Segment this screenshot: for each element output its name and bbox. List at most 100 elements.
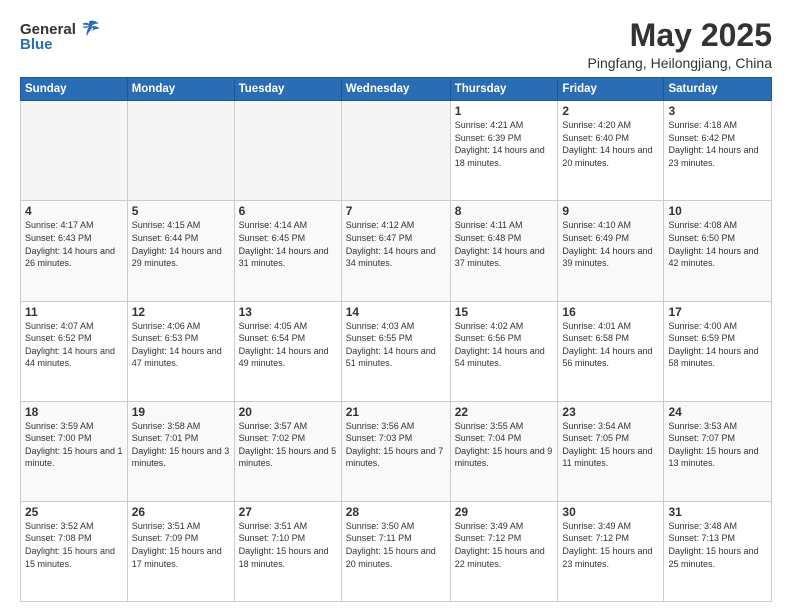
day-number: 4 (25, 204, 123, 218)
calendar-week-row: 4Sunrise: 4:17 AMSunset: 6:43 PMDaylight… (21, 201, 772, 301)
day-info: Sunrise: 4:11 AMSunset: 6:48 PMDaylight:… (455, 219, 554, 269)
day-number: 24 (668, 405, 767, 419)
day-number: 12 (132, 305, 230, 319)
day-number: 15 (455, 305, 554, 319)
day-number: 7 (346, 204, 446, 218)
day-number: 30 (562, 505, 659, 519)
calendar-day-cell: 17Sunrise: 4:00 AMSunset: 6:59 PMDayligh… (664, 301, 772, 401)
day-number: 1 (455, 104, 554, 118)
calendar-week-row: 11Sunrise: 4:07 AMSunset: 6:52 PMDayligh… (21, 301, 772, 401)
day-info: Sunrise: 4:18 AMSunset: 6:42 PMDaylight:… (668, 119, 767, 169)
day-info: Sunrise: 4:01 AMSunset: 6:58 PMDaylight:… (562, 320, 659, 370)
day-number: 9 (562, 204, 659, 218)
calendar-day-cell: 24Sunrise: 3:53 AMSunset: 7:07 PMDayligh… (664, 401, 772, 501)
calendar-day-cell (127, 101, 234, 201)
calendar-day-cell (234, 101, 341, 201)
page-header: General Blue May 2025 Pingfang, Heilongj… (20, 18, 772, 71)
day-number: 10 (668, 204, 767, 218)
day-info: Sunrise: 3:53 AMSunset: 7:07 PMDaylight:… (668, 420, 767, 470)
weekday-header: Thursday (450, 78, 558, 101)
calendar-day-cell: 13Sunrise: 4:05 AMSunset: 6:54 PMDayligh… (234, 301, 341, 401)
day-number: 14 (346, 305, 446, 319)
calendar-week-row: 1Sunrise: 4:21 AMSunset: 6:39 PMDaylight… (21, 101, 772, 201)
calendar-day-cell: 23Sunrise: 3:54 AMSunset: 7:05 PMDayligh… (558, 401, 664, 501)
day-info: Sunrise: 3:58 AMSunset: 7:01 PMDaylight:… (132, 420, 230, 470)
weekday-header: Sunday (21, 78, 128, 101)
day-info: Sunrise: 4:21 AMSunset: 6:39 PMDaylight:… (455, 119, 554, 169)
day-info: Sunrise: 3:59 AMSunset: 7:00 PMDaylight:… (25, 420, 123, 470)
day-number: 16 (562, 305, 659, 319)
day-info: Sunrise: 4:12 AMSunset: 6:47 PMDaylight:… (346, 219, 446, 269)
day-info: Sunrise: 4:02 AMSunset: 6:56 PMDaylight:… (455, 320, 554, 370)
calendar-day-cell: 31Sunrise: 3:48 AMSunset: 7:13 PMDayligh… (664, 501, 772, 601)
calendar-day-cell: 21Sunrise: 3:56 AMSunset: 7:03 PMDayligh… (341, 401, 450, 501)
day-number: 5 (132, 204, 230, 218)
calendar-day-cell: 27Sunrise: 3:51 AMSunset: 7:10 PMDayligh… (234, 501, 341, 601)
calendar-day-cell: 22Sunrise: 3:55 AMSunset: 7:04 PMDayligh… (450, 401, 558, 501)
logo: General Blue (20, 18, 100, 53)
day-info: Sunrise: 3:52 AMSunset: 7:08 PMDaylight:… (25, 520, 123, 570)
day-number: 22 (455, 405, 554, 419)
day-info: Sunrise: 3:51 AMSunset: 7:10 PMDaylight:… (239, 520, 337, 570)
day-number: 18 (25, 405, 123, 419)
calendar-day-cell: 20Sunrise: 3:57 AMSunset: 7:02 PMDayligh… (234, 401, 341, 501)
calendar-day-cell: 1Sunrise: 4:21 AMSunset: 6:39 PMDaylight… (450, 101, 558, 201)
day-number: 20 (239, 405, 337, 419)
day-info: Sunrise: 4:03 AMSunset: 6:55 PMDaylight:… (346, 320, 446, 370)
calendar-day-cell: 25Sunrise: 3:52 AMSunset: 7:08 PMDayligh… (21, 501, 128, 601)
day-info: Sunrise: 3:56 AMSunset: 7:03 PMDaylight:… (346, 420, 446, 470)
day-info: Sunrise: 4:07 AMSunset: 6:52 PMDaylight:… (25, 320, 123, 370)
weekday-header: Monday (127, 78, 234, 101)
calendar-day-cell: 5Sunrise: 4:15 AMSunset: 6:44 PMDaylight… (127, 201, 234, 301)
day-number: 31 (668, 505, 767, 519)
logo-bird-icon (78, 18, 100, 40)
calendar-day-cell: 3Sunrise: 4:18 AMSunset: 6:42 PMDaylight… (664, 101, 772, 201)
calendar-day-cell: 15Sunrise: 4:02 AMSunset: 6:56 PMDayligh… (450, 301, 558, 401)
month-title: May 2025 (588, 18, 772, 53)
day-info: Sunrise: 3:57 AMSunset: 7:02 PMDaylight:… (239, 420, 337, 470)
calendar-day-cell: 26Sunrise: 3:51 AMSunset: 7:09 PMDayligh… (127, 501, 234, 601)
day-info: Sunrise: 4:14 AMSunset: 6:45 PMDaylight:… (239, 219, 337, 269)
calendar-day-cell: 16Sunrise: 4:01 AMSunset: 6:58 PMDayligh… (558, 301, 664, 401)
calendar-week-row: 25Sunrise: 3:52 AMSunset: 7:08 PMDayligh… (21, 501, 772, 601)
title-block: May 2025 Pingfang, Heilongjiang, China (588, 18, 772, 71)
day-info: Sunrise: 3:51 AMSunset: 7:09 PMDaylight:… (132, 520, 230, 570)
calendar-day-cell: 4Sunrise: 4:17 AMSunset: 6:43 PMDaylight… (21, 201, 128, 301)
day-info: Sunrise: 3:49 AMSunset: 7:12 PMDaylight:… (562, 520, 659, 570)
calendar-day-cell: 2Sunrise: 4:20 AMSunset: 6:40 PMDaylight… (558, 101, 664, 201)
calendar-day-cell (21, 101, 128, 201)
location-title: Pingfang, Heilongjiang, China (588, 55, 772, 71)
day-info: Sunrise: 4:10 AMSunset: 6:49 PMDaylight:… (562, 219, 659, 269)
calendar-day-cell: 6Sunrise: 4:14 AMSunset: 6:45 PMDaylight… (234, 201, 341, 301)
day-info: Sunrise: 4:06 AMSunset: 6:53 PMDaylight:… (132, 320, 230, 370)
day-number: 21 (346, 405, 446, 419)
day-info: Sunrise: 3:55 AMSunset: 7:04 PMDaylight:… (455, 420, 554, 470)
day-number: 23 (562, 405, 659, 419)
calendar-day-cell: 30Sunrise: 3:49 AMSunset: 7:12 PMDayligh… (558, 501, 664, 601)
weekday-header: Saturday (664, 78, 772, 101)
calendar-day-cell: 18Sunrise: 3:59 AMSunset: 7:00 PMDayligh… (21, 401, 128, 501)
calendar-header-row: SundayMondayTuesdayWednesdayThursdayFrid… (21, 78, 772, 101)
calendar-day-cell: 14Sunrise: 4:03 AMSunset: 6:55 PMDayligh… (341, 301, 450, 401)
day-info: Sunrise: 4:05 AMSunset: 6:54 PMDaylight:… (239, 320, 337, 370)
weekday-header: Wednesday (341, 78, 450, 101)
calendar-day-cell: 7Sunrise: 4:12 AMSunset: 6:47 PMDaylight… (341, 201, 450, 301)
day-info: Sunrise: 4:17 AMSunset: 6:43 PMDaylight:… (25, 219, 123, 269)
day-info: Sunrise: 3:49 AMSunset: 7:12 PMDaylight:… (455, 520, 554, 570)
calendar-week-row: 18Sunrise: 3:59 AMSunset: 7:00 PMDayligh… (21, 401, 772, 501)
calendar-day-cell (341, 101, 450, 201)
calendar-day-cell: 11Sunrise: 4:07 AMSunset: 6:52 PMDayligh… (21, 301, 128, 401)
day-number: 26 (132, 505, 230, 519)
day-number: 11 (25, 305, 123, 319)
day-info: Sunrise: 3:54 AMSunset: 7:05 PMDaylight:… (562, 420, 659, 470)
calendar-day-cell: 12Sunrise: 4:06 AMSunset: 6:53 PMDayligh… (127, 301, 234, 401)
day-number: 17 (668, 305, 767, 319)
calendar-day-cell: 9Sunrise: 4:10 AMSunset: 6:49 PMDaylight… (558, 201, 664, 301)
day-number: 25 (25, 505, 123, 519)
calendar-table: SundayMondayTuesdayWednesdayThursdayFrid… (20, 77, 772, 602)
logo-general: General (20, 21, 76, 38)
day-number: 8 (455, 204, 554, 218)
day-info: Sunrise: 3:50 AMSunset: 7:11 PMDaylight:… (346, 520, 446, 570)
day-number: 19 (132, 405, 230, 419)
day-info: Sunrise: 4:00 AMSunset: 6:59 PMDaylight:… (668, 320, 767, 370)
